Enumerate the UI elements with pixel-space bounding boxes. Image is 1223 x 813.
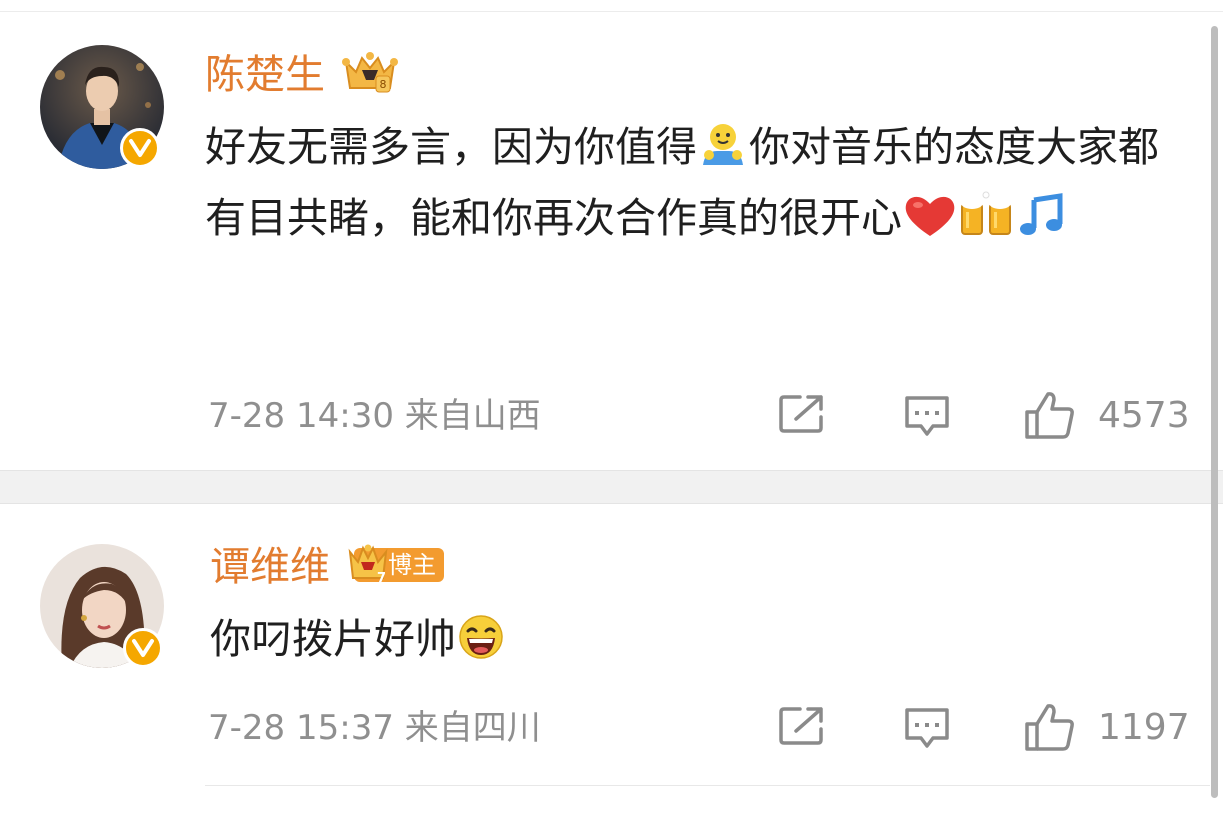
- comment-time: 7-28 15:37: [208, 708, 394, 748]
- laughing-emoji-icon: [459, 615, 503, 659]
- bottom-divider: [205, 785, 1210, 786]
- share-icon[interactable]: [778, 393, 826, 435]
- comment-text: 你叼拨片好帅: [210, 604, 506, 675]
- blogger-badge-label: 博主: [388, 551, 436, 579]
- member-crown-icon: 8: [342, 52, 398, 93]
- comment-meta: 7-28 15:37 来自四川: [208, 708, 541, 748]
- comment-text-part: 你叼拨片好帅: [210, 615, 456, 663]
- hug-emoji-icon: [703, 124, 743, 165]
- cheers-beer-emoji-icon: [961, 191, 1011, 235]
- music-note-emoji-icon: [1018, 193, 1066, 238]
- comment-text: 好友无需多言，因为你值得 你对音乐的态度大家都有目共睹，能和你再次合作真的很开心: [205, 112, 1195, 254]
- comment-icon[interactable]: [903, 706, 951, 750]
- like-count: 4573: [1098, 395, 1190, 436]
- comment-icon[interactable]: [903, 394, 951, 438]
- comment-item: 陈楚生 8 好友无需多言，因为你值得 你对音乐的态度大家都有目共睹，能和你再次合作…: [0, 0, 1210, 470]
- svg-text:7: 7: [377, 571, 386, 586]
- share-icon[interactable]: [778, 705, 826, 747]
- comment-meta: 7-28 14:30 来自山西: [208, 396, 541, 436]
- svg-text:8: 8: [380, 78, 387, 91]
- heart-emoji-icon: [905, 196, 955, 236]
- verified-v-icon: [123, 628, 163, 668]
- member-crown-icon: 7: [348, 544, 388, 586]
- comment-location: 来自山西: [404, 396, 541, 436]
- thumbs-up-icon[interactable]: [1024, 390, 1076, 440]
- username[interactable]: 陈楚生: [205, 50, 325, 100]
- comment-text-part: 好友无需多言，因为你值得: [205, 123, 697, 171]
- username[interactable]: 谭维维: [210, 542, 330, 592]
- comment-location: 来自四川: [404, 708, 541, 748]
- like-count: 1197: [1098, 707, 1190, 748]
- verified-v-icon: [120, 128, 160, 168]
- section-separator: [0, 470, 1223, 504]
- comment-item: 谭维维 博主 7 你叼拨片好帅 7-28 15:37 来自四川 1197: [0, 504, 1210, 813]
- comment-time: 7-28 14:30: [208, 396, 394, 436]
- scrollbar[interactable]: [1211, 26, 1218, 798]
- thumbs-up-icon[interactable]: [1024, 702, 1076, 752]
